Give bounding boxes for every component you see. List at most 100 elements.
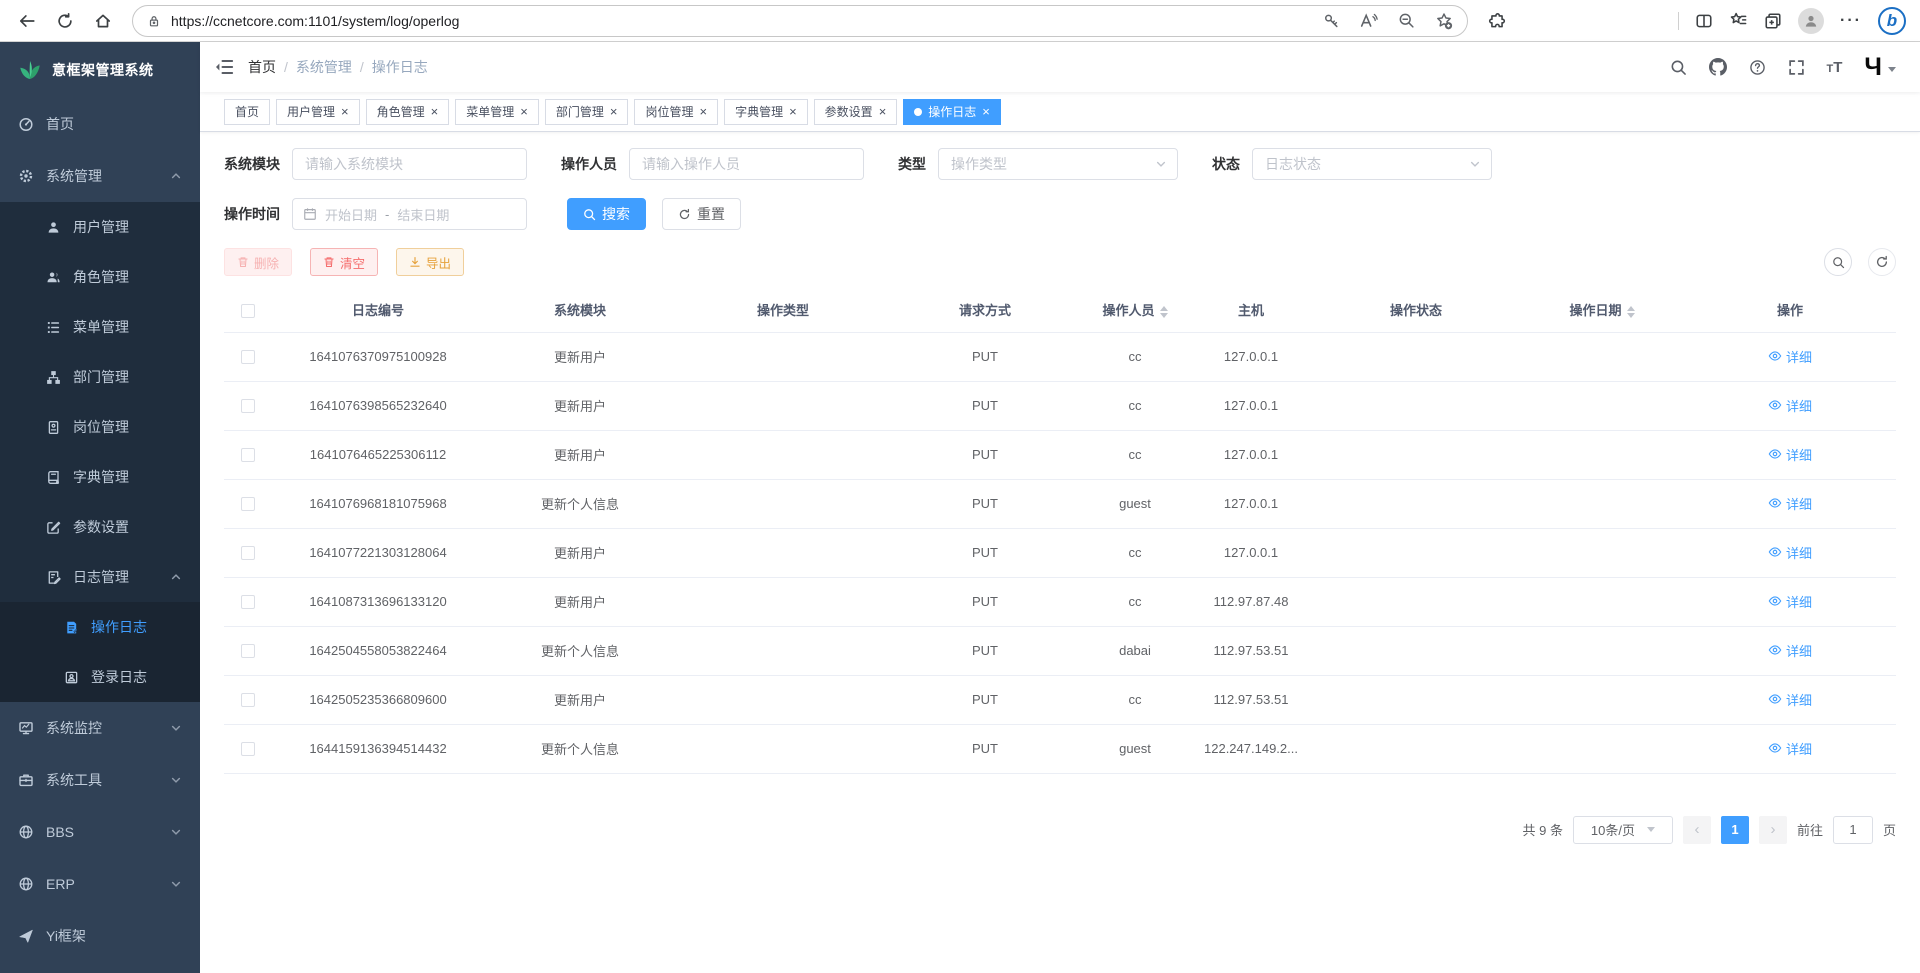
sidebar-item-user[interactable]: 用户管理 xyxy=(0,202,200,252)
github-icon[interactable] xyxy=(1709,58,1727,76)
date-range-picker[interactable]: 开始日期 - 结束日期 xyxy=(292,198,527,230)
col-date-sortable[interactable]: 操作日期 xyxy=(1520,288,1684,332)
split-screen-icon[interactable] xyxy=(1695,12,1713,30)
sidebar-item-loginlog[interactable]: 登录日志 xyxy=(0,652,200,702)
read-aloud-icon[interactable] xyxy=(1360,12,1378,30)
detail-link[interactable]: 详细 xyxy=(1768,592,1812,611)
sidebar-item-param[interactable]: 参数设置 xyxy=(0,502,200,552)
sidebar-item-monitor[interactable]: 系统监控 xyxy=(0,702,200,754)
col-operator-sortable[interactable]: 操作人员 xyxy=(1080,288,1190,332)
sort-carets-icon[interactable] xyxy=(1627,306,1635,318)
font-size-icon[interactable]: TT xyxy=(1827,59,1843,76)
close-icon[interactable]: × xyxy=(520,105,528,118)
search-button[interactable]: 搜索 xyxy=(567,198,646,230)
row-checkbox[interactable] xyxy=(241,644,255,658)
page-1-button[interactable]: 1 xyxy=(1721,816,1749,844)
fullscreen-icon[interactable] xyxy=(1788,59,1805,76)
sidebar-item-bbs[interactable]: BBS xyxy=(0,806,200,858)
sidebar-toggle-icon[interactable] xyxy=(214,57,234,77)
tab-dict[interactable]: 字典管理× xyxy=(724,99,808,125)
tab-menu[interactable]: 菜单管理× xyxy=(455,99,539,125)
close-icon[interactable]: × xyxy=(341,105,349,118)
collections-icon[interactable] xyxy=(1764,12,1782,30)
sidebar-item-operlog[interactable]: 操作日志 xyxy=(0,602,200,652)
sidebar-item-log[interactable]: 日志管理 xyxy=(0,552,200,602)
close-icon[interactable]: × xyxy=(982,105,990,118)
row-checkbox[interactable] xyxy=(241,693,255,707)
close-icon[interactable]: × xyxy=(789,105,797,118)
close-icon[interactable]: × xyxy=(879,105,887,118)
row-checkbox[interactable] xyxy=(241,497,255,511)
reset-button[interactable]: 重置 xyxy=(662,198,741,230)
browser-profile-avatar[interactable] xyxy=(1798,8,1824,34)
status-select[interactable]: 日志状态 xyxy=(1252,148,1492,180)
refresh-icon[interactable] xyxy=(48,4,82,38)
detail-link[interactable]: 详细 xyxy=(1768,739,1812,758)
zoom-out-icon[interactable] xyxy=(1398,12,1415,29)
detail-link[interactable]: 详细 xyxy=(1768,543,1812,562)
select-all-checkbox[interactable] xyxy=(241,304,255,318)
favorites-bar-icon[interactable] xyxy=(1729,11,1748,30)
type-select[interactable]: 操作类型 xyxy=(938,148,1178,180)
tab-dept[interactable]: 部门管理× xyxy=(545,99,629,125)
bing-chat-icon[interactable]: b xyxy=(1878,7,1906,35)
browser-menu-dots-icon[interactable]: ··· xyxy=(1840,12,1862,30)
tab-role[interactable]: 角色管理× xyxy=(366,99,450,125)
extensions-icon[interactable] xyxy=(1480,4,1514,38)
tab-operlog-active[interactable]: 操作日志× xyxy=(903,99,1001,125)
export-button[interactable]: 导出 xyxy=(396,248,464,276)
home-icon[interactable] xyxy=(86,4,120,38)
refresh-table-button[interactable] xyxy=(1868,248,1896,276)
header-search-icon[interactable] xyxy=(1670,59,1687,76)
tab-param[interactable]: 参数设置× xyxy=(814,99,898,125)
sort-carets-icon[interactable] xyxy=(1160,306,1168,318)
close-icon[interactable]: × xyxy=(699,105,707,118)
sidebar-item-post[interactable]: 岗位管理 xyxy=(0,402,200,452)
sidebar-item-menu[interactable]: 菜单管理 xyxy=(0,302,200,352)
close-icon[interactable]: × xyxy=(431,105,439,118)
next-page-button[interactable]: › xyxy=(1759,816,1787,844)
tab-post[interactable]: 岗位管理× xyxy=(634,99,718,125)
prev-page-button[interactable]: ‹ xyxy=(1683,816,1711,844)
help-icon[interactable] xyxy=(1749,59,1766,76)
detail-link[interactable]: 详细 xyxy=(1768,347,1812,366)
row-checkbox[interactable] xyxy=(241,546,255,560)
goto-page-input[interactable] xyxy=(1833,816,1873,844)
sidebar-item-dept[interactable]: 部门管理 xyxy=(0,352,200,402)
address-bar[interactable]: https://ccnetcore.com:1101/system/log/op… xyxy=(132,5,1468,37)
sidebar-item-home[interactable]: 首页 xyxy=(0,98,200,150)
tab-user[interactable]: 用户管理× xyxy=(276,99,360,125)
sidebar-item-erp[interactable]: ERP xyxy=(0,858,200,910)
operator-input[interactable] xyxy=(629,148,864,180)
user-avatar-logo[interactable]: Ч xyxy=(1864,55,1880,80)
breadcrumb-home[interactable]: 首页 xyxy=(248,57,276,77)
password-key-icon[interactable] xyxy=(1323,12,1340,29)
module-input[interactable] xyxy=(292,148,527,180)
row-checkbox[interactable] xyxy=(241,595,255,609)
detail-link[interactable]: 详细 xyxy=(1768,690,1812,709)
favorite-add-icon[interactable] xyxy=(1435,12,1453,30)
sidebar-item-tool[interactable]: 系统工具 xyxy=(0,754,200,806)
page-size-select[interactable]: 10条/页 xyxy=(1573,816,1673,844)
clear-button[interactable]: 清空 xyxy=(310,248,378,276)
hide-search-button[interactable] xyxy=(1824,248,1852,276)
sidebar-item-system[interactable]: 系统管理 xyxy=(0,150,200,202)
sidebar-label-yi: Yi框架 xyxy=(46,926,182,946)
close-icon[interactable]: × xyxy=(610,105,618,118)
detail-link[interactable]: 详细 xyxy=(1768,494,1812,513)
row-checkbox[interactable] xyxy=(241,399,255,413)
back-icon[interactable] xyxy=(10,4,44,38)
row-checkbox[interactable] xyxy=(241,742,255,756)
row-checkbox[interactable] xyxy=(241,350,255,364)
delete-button[interactable]: 删除 xyxy=(224,248,292,276)
tab-home[interactable]: 首页 xyxy=(224,99,270,125)
sidebar-item-dict[interactable]: 字典管理 xyxy=(0,452,200,502)
sidebar-item-yi[interactable]: Yi框架 xyxy=(0,910,200,962)
detail-link[interactable]: 详细 xyxy=(1768,396,1812,415)
detail-link[interactable]: 详细 xyxy=(1768,445,1812,464)
row-checkbox[interactable] xyxy=(241,448,255,462)
sidebar-item-role[interactable]: 角色管理 xyxy=(0,252,200,302)
cell-method: PUT xyxy=(890,626,1080,675)
detail-link[interactable]: 详细 xyxy=(1768,641,1812,660)
avatar-caret-icon[interactable] xyxy=(1888,67,1896,72)
